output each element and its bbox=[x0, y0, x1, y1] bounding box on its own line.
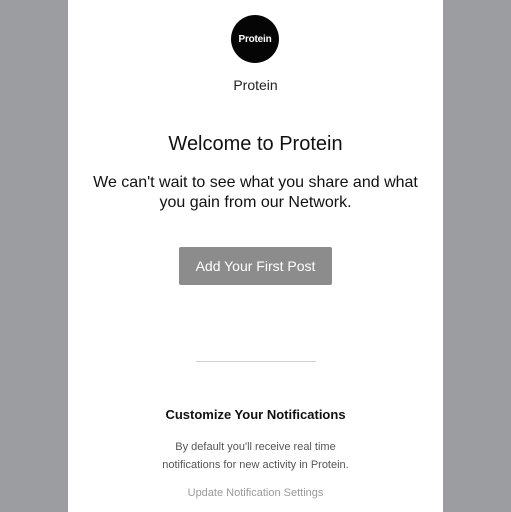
welcome-headline: Welcome to Protein bbox=[168, 133, 343, 155]
divider bbox=[196, 361, 316, 362]
notifications-title: Customize Your Notifications bbox=[165, 407, 346, 422]
add-first-post-button[interactable]: Add Your First Post bbox=[179, 247, 332, 285]
welcome-subhead: We can't wait to see what you share and … bbox=[93, 174, 418, 211]
email-card: Protein Protein Welcome to Protein We ca… bbox=[68, 0, 443, 512]
brand-name: Protein bbox=[233, 77, 278, 93]
notifications-body: By default you'll receive real time noti… bbox=[162, 441, 349, 471]
protein-logo: Protein bbox=[231, 15, 279, 63]
update-notification-settings-link[interactable]: Update Notification Settings bbox=[68, 487, 443, 499]
logo-text: Protein bbox=[238, 33, 272, 45]
